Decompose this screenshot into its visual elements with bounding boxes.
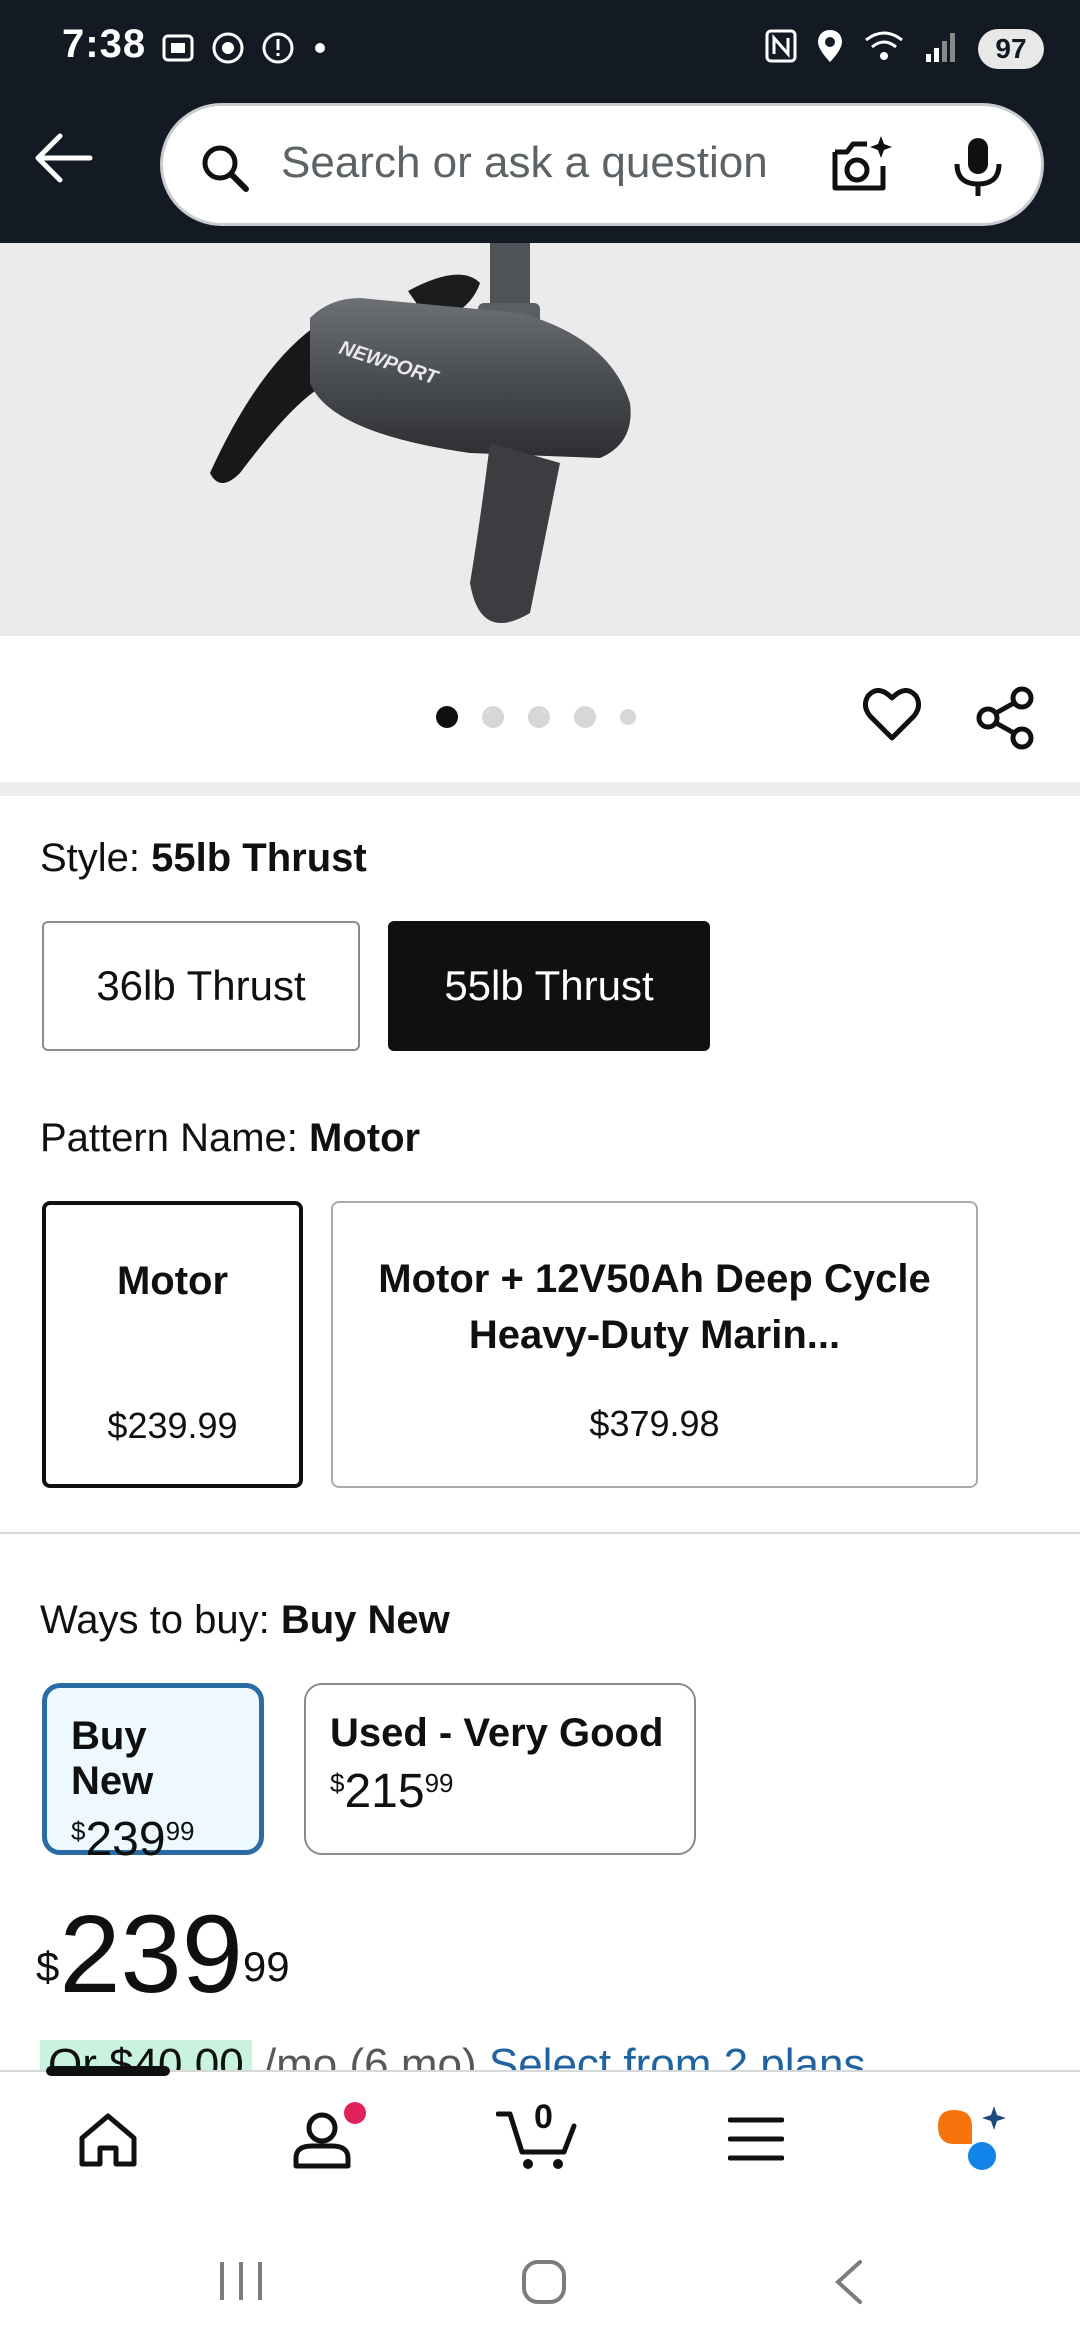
ways-to-buy-label: Ways to buy: Buy New [40, 1598, 450, 1643]
pattern-label: Pattern Name: Motor [40, 1116, 420, 1161]
recents-icon[interactable] [218, 2260, 264, 2307]
price-cents: 99 [165, 1816, 195, 1846]
buy-option-title: Buy New [71, 1714, 154, 1803]
search-bar[interactable]: Search or ask a question [160, 103, 1044, 226]
nav-rufus-icon[interactable] [934, 2104, 1014, 2179]
camera-search-icon[interactable] [827, 132, 893, 203]
price-cents: 99 [424, 1768, 454, 1798]
battery-level: 97 [978, 28, 1044, 69]
pattern-option-motor[interactable]: Motor $239.99 [42, 1201, 303, 1488]
carousel-dot[interactable] [620, 709, 636, 725]
search-icon [197, 140, 253, 201]
section-divider [0, 782, 1080, 796]
wifi-icon [862, 28, 906, 69]
price-currency: $ [71, 1816, 86, 1846]
system-navigation-bar [0, 2210, 1080, 2340]
buy-new-option[interactable]: Buy New $23999 [42, 1683, 264, 1866]
screenshot-icon [160, 30, 196, 71]
microphone-icon[interactable] [951, 136, 1005, 203]
price-cents: 99 [242, 1943, 290, 1990]
back-nav-icon[interactable] [830, 2258, 866, 2311]
share-icon[interactable] [976, 686, 1036, 755]
style-option-36lb[interactable]: 36lb Thrust [42, 921, 360, 1051]
price-whole: 215 [344, 1765, 425, 1818]
location-icon [816, 28, 844, 69]
buy-option-price: $23999 [71, 1812, 235, 1867]
pattern-option-motor-battery[interactable]: Motor + 12V50Ah Deep Cycle Heavy-Duty Ma… [331, 1201, 978, 1488]
pattern-selected-value: Motor [309, 1116, 421, 1160]
ways-to-buy-selected-value: Buy New [280, 1598, 450, 1642]
pattern-option-price: $379.98 [589, 1403, 720, 1444]
nfc-icon [764, 28, 798, 69]
status-bar: 7:38 97 [0, 0, 1080, 98]
section-divider [0, 1532, 1080, 1534]
arrow-left-icon [35, 133, 93, 183]
pattern-option-title: Motor [116, 1259, 229, 1303]
active-tab-indicator [46, 2066, 170, 2076]
style-option-label: 36lb Thrust [96, 962, 306, 1009]
notification-badge [344, 2102, 366, 2124]
top-bar: 7:38 97 Search or ask a question [0, 0, 1080, 243]
ways-to-buy-prefix: Ways to buy: [40, 1598, 281, 1642]
nav-menu-icon[interactable] [727, 2116, 785, 2167]
nav-account-icon[interactable] [290, 2110, 354, 2175]
buy-option-price: $21599 [330, 1764, 670, 1819]
dot-icon [310, 30, 330, 71]
status-time: 7:38 [62, 22, 147, 66]
price-whole: 239 [85, 1813, 166, 1866]
home-icon[interactable] [520, 2258, 568, 2311]
carousel-dot[interactable] [482, 706, 504, 728]
alert-icon [260, 30, 296, 71]
product-image[interactable]: NEWPORT [0, 243, 1080, 636]
back-button[interactable] [32, 130, 96, 186]
price-currency: $ [330, 1768, 345, 1798]
chrome-icon [210, 30, 246, 71]
pattern-option-price: $239.99 [107, 1405, 238, 1446]
cart-count: 0 [534, 2098, 553, 2136]
style-label-prefix: Style: [40, 836, 152, 880]
carousel-dot[interactable] [574, 706, 596, 728]
style-selected-value: 55lb Thrust [151, 836, 367, 880]
price-currency: $ [36, 1943, 60, 1990]
pattern-option-title: Motor + 12V50Ah Deep Cycle Heavy-Duty Ma… [378, 1257, 931, 1357]
used-very-good-option[interactable]: Used - Very Good $21599 [304, 1683, 696, 1855]
carousel-indicator [436, 706, 636, 728]
nav-home-icon[interactable] [76, 2110, 140, 2175]
pattern-label-prefix: Pattern Name: [40, 1116, 310, 1160]
bottom-navigation: 0 [0, 2066, 1080, 2210]
style-label: Style: 55lb Thrust [40, 836, 367, 881]
heart-icon[interactable] [862, 686, 922, 747]
carousel-dot[interactable] [528, 706, 550, 728]
trolling-motor-illustration: NEWPORT [210, 243, 631, 623]
status-notification-icons [160, 30, 330, 71]
style-option-55lb[interactable]: 55lb Thrust [388, 921, 710, 1051]
carousel-dot[interactable] [436, 706, 458, 728]
status-system-icons: 97 [764, 28, 1044, 69]
price-whole: 239 [59, 1893, 243, 2016]
signal-icon [924, 28, 960, 69]
style-option-label: 55lb Thrust [444, 962, 654, 1009]
search-input[interactable]: Search or ask a question [281, 138, 768, 188]
product-price: $23999 [36, 1900, 290, 2010]
buy-option-title: Used - Very Good [330, 1711, 664, 1755]
